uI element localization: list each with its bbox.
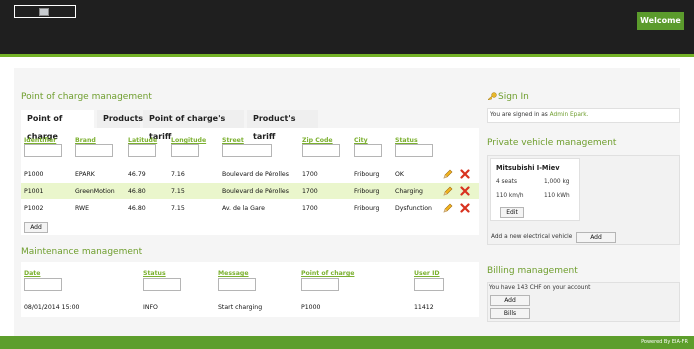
tab-point-of-charge[interactable]: Point of charge — [21, 110, 94, 141]
cell-street: Boulevard de Pérolles — [222, 188, 289, 195]
filter-status-input[interactable] — [395, 144, 433, 157]
edit-pencil-icon[interactable] — [443, 186, 453, 196]
column-header-longitude[interactable]: Longitude — [171, 137, 206, 144]
cell-latitude: 46.80 — [128, 188, 146, 195]
cell-city: Fribourg — [354, 171, 380, 178]
edit-pencil-icon[interactable] — [443, 169, 453, 179]
cell-longitude: 7.15 — [171, 188, 185, 195]
footer-text: Powered By EIA-FR — [641, 339, 688, 345]
footer-bar: Powered By EIA-FR — [0, 336, 694, 349]
key-icon — [487, 92, 497, 100]
signed-in-prefix: You are signed in as — [490, 112, 548, 118]
column-header-identifier[interactable]: Identifier — [24, 137, 56, 144]
broken-image-icon — [39, 8, 49, 16]
vehicle-battery: 110 kWh — [544, 193, 570, 199]
column-header-latitude[interactable]: Latitude — [128, 137, 157, 144]
billing-balance-text: You have 143 CHF on your account — [489, 285, 591, 291]
sign-in-title: Sign In — [498, 92, 529, 102]
app-header — [0, 0, 694, 54]
vehicle-name: Mitsubishi I-Miev — [496, 164, 560, 172]
maintenance-section-title: Maintenance management — [21, 247, 143, 257]
cell-identifier: P1001 — [24, 188, 44, 195]
column-header-status[interactable]: Status — [395, 137, 418, 144]
delete-icon[interactable] — [460, 169, 470, 179]
vehicle-speed: 110 km/h — [496, 193, 524, 199]
cell-status: Charging — [395, 188, 423, 195]
add-credit-button[interactable]: Add — [490, 295, 530, 306]
column-header-message[interactable]: Message — [218, 270, 249, 277]
edit-vehicle-button[interactable]: Edit — [500, 207, 524, 218]
cell-city: Fribourg — [354, 188, 380, 195]
billing-section-title: Billing management — [487, 266, 578, 276]
cell-zip-code: 1700 — [302, 188, 318, 195]
cell-latitude: 46.80 — [128, 205, 146, 212]
filter-longitude-input[interactable] — [171, 144, 199, 157]
filter-identifier-input[interactable] — [24, 144, 62, 157]
header-accent-line — [0, 54, 694, 57]
cell-street: Boulevard de Pérolles — [222, 171, 289, 178]
cell-identifier: P1000 — [24, 171, 44, 178]
table-row[interactable]: P1001 GreenMotion 46.80 7.15 Boulevard d… — [21, 183, 479, 199]
delete-icon[interactable] — [460, 186, 470, 196]
tab-point-of-charge-tariff[interactable]: Point of charge's tariff — [143, 110, 244, 141]
filter-brand-input[interactable] — [75, 144, 113, 157]
add-vehicle-text: Add a new electrical vehicle — [491, 234, 573, 240]
logo-image — [14, 5, 76, 18]
cell-message: Start charging — [218, 304, 263, 311]
cell-zip-code: 1700 — [302, 205, 318, 212]
cell-brand: EPARK — [75, 171, 95, 178]
table-row[interactable]: P1002 RWE 46.80 7.15 Av. de la Gare 1700… — [21, 200, 479, 216]
cell-status: OK — [395, 171, 404, 178]
filter-city-input[interactable] — [354, 144, 382, 157]
filter-status-input[interactable] — [143, 278, 181, 291]
filter-message-input[interactable] — [218, 278, 256, 291]
column-header-date[interactable]: Date — [24, 270, 40, 277]
bills-button[interactable]: Bills — [490, 308, 530, 319]
column-header-point-of-charge[interactable]: Point of charge — [301, 270, 354, 277]
filter-latitude-input[interactable] — [128, 144, 156, 157]
column-header-status[interactable]: Status — [143, 270, 166, 277]
cell-user-id: 11412 — [414, 304, 434, 311]
column-header-city[interactable]: City — [354, 137, 368, 144]
cell-point-of-charge: P1000 — [301, 304, 321, 311]
poc-section-title: Point of charge management — [21, 92, 152, 102]
add-vehicle-button[interactable]: Add — [576, 232, 616, 243]
vehicle-weight: 1,000 kg — [544, 179, 570, 185]
table-row[interactable]: 08/01/2014 15:00 INFO Start charging P10… — [21, 299, 479, 315]
cell-city: Fribourg — [354, 205, 380, 212]
cell-longitude: 7.15 — [171, 205, 185, 212]
cell-zip-code: 1700 — [302, 171, 318, 178]
delete-icon[interactable] — [460, 203, 470, 213]
filter-point-of-charge-input[interactable] — [301, 278, 339, 291]
user-link[interactable]: Admin Epark. — [550, 112, 589, 118]
cell-date: 08/01/2014 15:00 — [24, 304, 80, 311]
filter-street-input[interactable] — [222, 144, 272, 157]
cell-brand: RWE — [75, 205, 90, 212]
cell-latitude: 46.79 — [128, 171, 146, 178]
edit-pencil-icon[interactable] — [443, 203, 453, 213]
column-header-brand[interactable]: Brand — [75, 137, 96, 144]
cell-status: Dysfunction — [395, 205, 432, 212]
column-header-user-id[interactable]: User ID — [414, 270, 440, 277]
cell-longitude: 7.16 — [171, 171, 185, 178]
table-row[interactable]: P1000 EPARK 46.79 7.16 Boulevard de Péro… — [21, 166, 479, 182]
vehicle-seats: 4 seats — [496, 179, 517, 185]
filter-date-input[interactable] — [24, 278, 62, 291]
add-point-of-charge-button[interactable]: Add — [24, 222, 48, 233]
filter-zip-code-input[interactable] — [302, 144, 340, 157]
column-header-zip-code[interactable]: Zip Code — [302, 137, 333, 144]
welcome-button[interactable]: Welcome — [637, 12, 684, 30]
signed-in-text: You are signed in as Admin Epark. — [490, 112, 588, 118]
filter-user-id-input[interactable] — [414, 278, 444, 291]
tab-product-tariff[interactable]: Product's tariff — [247, 110, 318, 141]
cell-brand: GreenMotion — [75, 188, 115, 195]
cell-status: INFO — [143, 304, 158, 311]
cell-identifier: P1002 — [24, 205, 44, 212]
tab-products[interactable]: Products — [97, 110, 143, 128]
column-header-street[interactable]: Street — [222, 137, 244, 144]
cell-street: Av. de la Gare — [222, 205, 265, 212]
vehicle-section-title: Private vehicle management — [487, 138, 617, 148]
